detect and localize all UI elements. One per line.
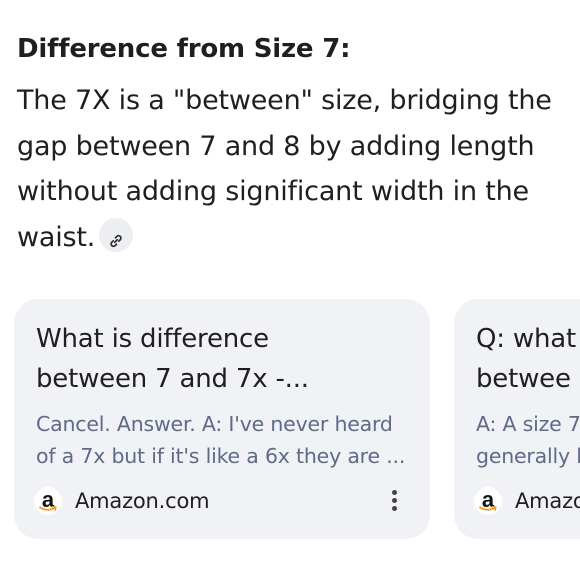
source-card[interactable]: What is difference between 7 and 7x -...… (14, 299, 430, 539)
card-title[interactable]: Q: what betwee (476, 319, 580, 399)
section-body: The 7X is a "between" size, bridging the… (17, 78, 577, 260)
card-title[interactable]: What is difference between 7 and 7x -... (36, 319, 406, 399)
card-source: a Amazo (474, 485, 580, 517)
section-heading: Difference from Size 7: (17, 34, 351, 64)
section-body-text: The 7X is a "between" size, bridging the… (17, 85, 552, 253)
source-card[interactable]: Q: what betwee A: A size 7 generally l a… (454, 299, 580, 539)
card-snippet: Cancel. Answer. A: I've never heard of a… (36, 412, 406, 468)
link-icon (110, 234, 122, 248)
source-cards-carousel[interactable]: What is difference between 7 and 7x -...… (14, 299, 580, 539)
amazon-logo-icon: a (474, 487, 502, 515)
card-source-name: Amazo (515, 489, 580, 513)
amazon-logo-icon: a (34, 487, 62, 515)
card-snippet: A: A size 7 generally l (476, 412, 580, 468)
card-source-name: Amazon.com (75, 489, 210, 513)
card-source: a Amazon.com (34, 485, 210, 517)
citation-link-button[interactable] (99, 218, 134, 252)
ai-overview-section: Difference from Size 7: The 7X is a "bet… (0, 0, 580, 579)
more-vert-icon[interactable] (388, 487, 400, 517)
